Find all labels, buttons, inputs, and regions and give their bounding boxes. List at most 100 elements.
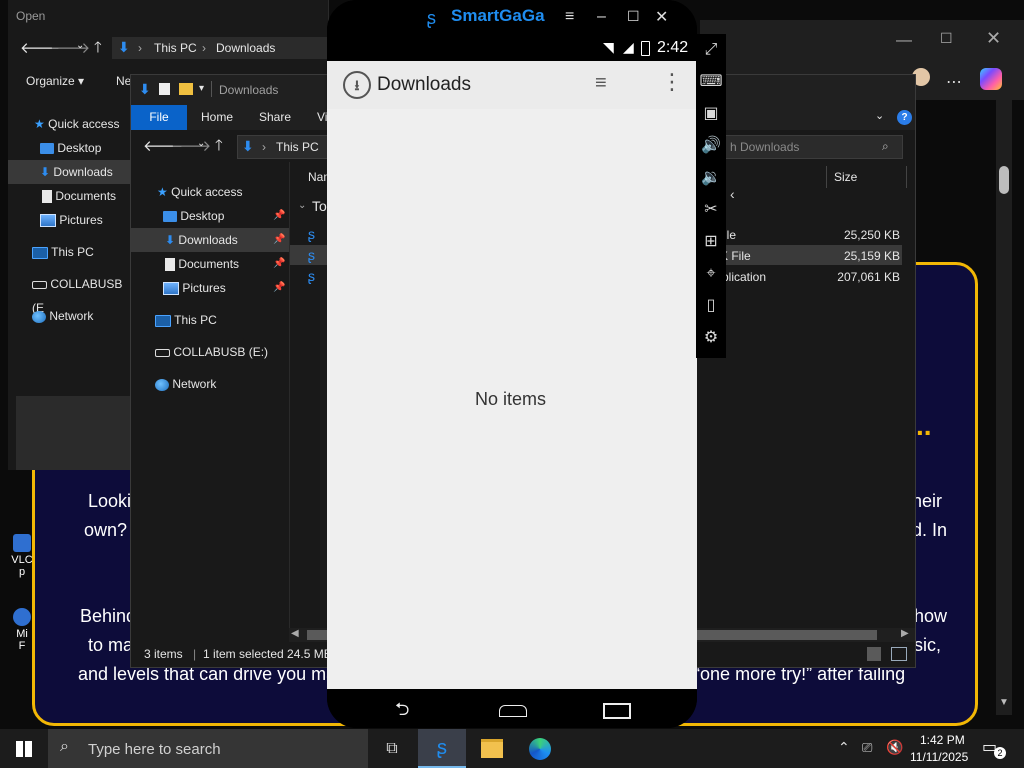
volume-up-icon[interactable]: 🔊 [696, 130, 726, 162]
desktop-icon-mi[interactable]: Mi F [0, 608, 44, 652]
document-icon [165, 258, 175, 272]
recents-button-icon[interactable] [603, 703, 631, 719]
pin-icon[interactable]: 📌 [273, 204, 285, 228]
tree-item-quick-access[interactable]: ★ Quick access [131, 180, 289, 204]
up-arrow-icon[interactable]: 🡑 [215, 135, 223, 160]
taskbar-edge[interactable] [516, 729, 564, 768]
location-icon[interactable]: ⌖ [696, 258, 726, 290]
volume-down-icon[interactable]: 🔉 [696, 162, 726, 194]
open-address-bar[interactable]: ⬇ › This PC › Downloads [112, 37, 328, 59]
fullscreen-icon[interactable]: ⤢ [696, 34, 726, 66]
minimize-icon[interactable]: — [896, 32, 912, 50]
page-scrollbar-thumb[interactable] [999, 166, 1009, 194]
customize-toolbar-icon[interactable]: ▾ [199, 83, 204, 94]
maximize-icon[interactable]: ☐ [940, 30, 953, 47]
breadcrumb-this-pc[interactable]: This PC [276, 140, 319, 154]
close-icon[interactable]: ✕ [655, 7, 668, 27]
properties-icon[interactable] [159, 83, 170, 95]
tree-item-collabusb[interactable]: COLLABUSB (E [8, 272, 130, 315]
tree-item-documents[interactable]: Documents 📌 [131, 252, 289, 276]
tree-item-quick-access[interactable]: ★ Quick access [8, 112, 130, 136]
tree-item-this-pc[interactable]: This PC [8, 240, 130, 264]
close-icon[interactable]: ✕ [986, 28, 1001, 49]
tree-item-collabusb[interactable]: COLLABUSB (E:) [131, 340, 289, 364]
show-hidden-icons-chevron-icon[interactable]: ⌃ [838, 739, 850, 756]
details-view-icon[interactable] [867, 647, 881, 661]
screenshot-icon[interactable]: ✂ [696, 194, 726, 226]
group-header[interactable]: To [312, 198, 327, 214]
desktop-icon-label: Mi [16, 628, 28, 640]
more-icon[interactable]: ⋯ [946, 72, 962, 92]
tree-item-downloads[interactable]: ⬇ Downloads [8, 160, 130, 184]
network-icon [32, 310, 46, 323]
multi-instance-icon[interactable]: ⊞ [696, 226, 726, 258]
overflow-menu-icon[interactable]: ⋮ [661, 71, 683, 93]
tree-item-pictures[interactable]: Pictures 📌 [131, 276, 289, 300]
pin-icon[interactable]: 📌 [273, 228, 285, 252]
settings-gear-icon[interactable]: ⚙ [696, 322, 726, 354]
organize-button[interactable]: Organize ▾ [26, 74, 84, 88]
expand-ribbon-icon[interactable]: ⌄ [875, 109, 884, 122]
task-view-button[interactable]: ⧉ [368, 729, 416, 768]
notification-center-button[interactable]: ▭ 2 [982, 737, 1006, 759]
tab-home[interactable]: Home [201, 105, 233, 130]
tree-item-documents[interactable]: Documents [8, 184, 130, 208]
promo-line: Looki [88, 491, 132, 511]
network-status-icon[interactable]: ⎚ [862, 740, 872, 756]
scroll-down-arrow-icon[interactable]: ▼ [998, 697, 1010, 709]
emulator-titlebar: ʂ SmartGaGa ≡ – ☐ ✕ [327, 0, 697, 36]
recent-locations-icon[interactable]: ⌄ [197, 138, 205, 149]
pin-icon[interactable]: 📌 [273, 276, 285, 300]
large-icons-view-icon[interactable] [891, 647, 907, 661]
apk-install-icon[interactable]: ▣ [696, 98, 726, 130]
keyboard-icon[interactable]: ⌨ [696, 66, 726, 98]
window-title: Downloads [219, 83, 279, 97]
pictures-icon [163, 282, 179, 296]
help-icon[interactable]: ? [897, 110, 912, 125]
file-size: 207,061 KB [837, 270, 900, 284]
volume-muted-icon[interactable]: 🔇 [886, 739, 903, 756]
desktop-icon-vlc[interactable]: VLC p [0, 534, 44, 578]
group-collapse-icon[interactable]: ⌄ [298, 200, 306, 211]
tab-view[interactable]: Vi [317, 105, 327, 130]
copilot-icon[interactable] [980, 68, 1002, 90]
sort-icon[interactable]: ≡ [595, 73, 607, 93]
start-button[interactable] [0, 729, 48, 768]
tab-share[interactable]: Share [259, 105, 291, 130]
collapse-toolbar-icon[interactable]: ‹ [730, 186, 735, 202]
new-folder-icon[interactable] [179, 83, 193, 95]
breadcrumb-downloads[interactable]: Downloads [216, 41, 275, 55]
shake-icon[interactable]: ▯ [696, 290, 726, 322]
tree-item-downloads[interactable]: ⬇ Downloads 📌 [131, 228, 289, 252]
pin-icon[interactable]: 📌 [273, 252, 285, 276]
task-view-icon: ⧉ [386, 740, 398, 757]
column-header-size[interactable]: Size [834, 170, 857, 184]
tree-item-network[interactable]: Network [131, 372, 289, 396]
tree-item-desktop[interactable]: Desktop 📌 [131, 204, 289, 228]
home-button-icon[interactable] [499, 705, 527, 717]
back-button-icon[interactable]: ⮌ [395, 697, 409, 727]
download-icon: ⭳ [343, 71, 371, 99]
tree-item-desktop[interactable]: Desktop [8, 136, 130, 160]
signal-icon: ◢ [623, 39, 634, 55]
scroll-left-icon[interactable]: ◀ [291, 628, 299, 639]
recent-locations-icon[interactable]: ⌄ [76, 40, 84, 51]
explorer-search-input[interactable]: h Downloads ⌕ [723, 135, 903, 159]
clock-time[interactable]: 1:42 PM [920, 733, 965, 747]
scroll-right-icon[interactable]: ▶ [901, 628, 909, 639]
taskbar-smartgaga[interactable]: ʂ [418, 729, 466, 768]
taskbar-file-explorer[interactable] [468, 729, 516, 768]
menu-icon[interactable]: ≡ [565, 8, 574, 26]
tab-file[interactable]: File [131, 105, 187, 130]
tree-item-this-pc[interactable]: This PC [131, 308, 289, 332]
smartgaga-file-icon: ʂ [308, 247, 315, 263]
maximize-icon[interactable]: ☐ [627, 8, 640, 25]
minimize-icon[interactable]: – [597, 8, 606, 26]
tree-item-network[interactable]: Network [8, 304, 130, 328]
up-arrow-icon[interactable]: 🡑 [94, 37, 102, 62]
clock-date[interactable]: 11/11/2025 [910, 750, 968, 764]
breadcrumb-this-pc[interactable]: This PC [154, 41, 197, 55]
tree-item-pictures[interactable]: Pictures [8, 208, 130, 232]
taskbar-search-box[interactable]: ⌕ Type here to search [48, 729, 368, 768]
search-icon[interactable]: ⌕ [882, 139, 889, 154]
